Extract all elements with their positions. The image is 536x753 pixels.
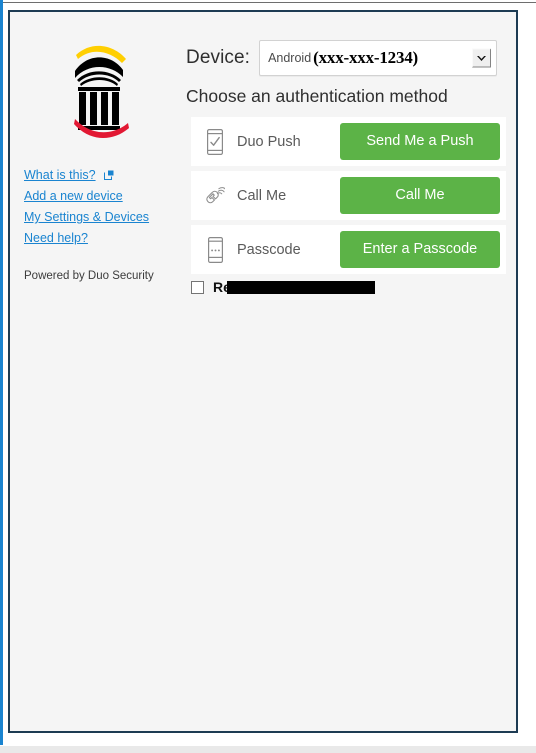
hardware-token-icon — [205, 236, 225, 263]
auth-method-list: Duo Push Send Me a Push Call Me Call Me … — [191, 117, 506, 279]
sidebar-link-add-a-new-device[interactable]: Add a new device — [24, 189, 123, 203]
university-column-logo-icon — [66, 35, 134, 143]
call-me-button[interactable]: Call Me — [340, 177, 500, 214]
duo-sidebar: What is this? Add a new device My Settin… — [10, 12, 182, 731]
redaction-bar — [227, 281, 375, 294]
sidebar-link-row: Add a new device — [24, 188, 182, 204]
page-title: Choose an authentication method — [186, 86, 448, 106]
device-select-value-name: Android — [268, 51, 312, 65]
browser-left-rail — [0, 0, 3, 745]
device-select[interactable]: Android (xxx-xxx-1234) — [259, 40, 498, 76]
duo-auth-frame: What is this? Add a new device My Settin… — [8, 10, 518, 733]
sidebar-link-need-help[interactable]: Need help? — [24, 231, 88, 245]
auth-method-row-call-me: Call Me Call Me — [191, 171, 506, 220]
auth-method-row-passcode: Passcode Enter a Passcode — [191, 225, 506, 274]
browser-top-rule — [0, 2, 536, 3]
enter-a-passcode-button[interactable]: Enter a Passcode — [340, 231, 500, 268]
chevron-down-icon[interactable] — [472, 48, 492, 68]
powered-by-duo-security-text: Powered by Duo Security — [24, 270, 154, 282]
device-select-value: Android (xxx-xxx-1234) — [260, 48, 418, 68]
sidebar-links: What is this? Add a new device My Settin… — [24, 167, 182, 251]
phone-call-icon — [205, 183, 225, 209]
sidebar-link-my-settings-and-devices[interactable]: My Settings & Devices — [24, 210, 149, 224]
auth-method-label: Call Me — [237, 187, 287, 204]
device-row: Device: Android (xxx-xxx-1234) — [186, 40, 498, 76]
duo-frame-body: What is this? Add a new device My Settin… — [10, 12, 516, 731]
send-me-a-push-button[interactable]: Send Me a Push — [340, 123, 500, 160]
browser-bottom-band — [0, 746, 536, 753]
auth-method-label: Passcode — [237, 241, 301, 258]
device-label: Device: — [186, 47, 251, 68]
phone-check-icon — [205, 128, 225, 155]
remember-me-label[interactable]: Re — [213, 279, 375, 295]
remember-me-checkbox[interactable] — [191, 280, 204, 294]
auth-method-row-duo-push: Duo Push Send Me a Push — [191, 117, 506, 166]
sidebar-link-row: What is this? — [24, 167, 182, 183]
external-link-icon — [104, 170, 114, 180]
device-select-value-phone: (xxx-xxx-1234) — [313, 48, 419, 67]
sidebar-link-row: Need help? — [24, 230, 182, 246]
duo-main-panel: Device: Android (xxx-xxx-1234) Choose an … — [186, 12, 506, 731]
remember-me-row: Re — [191, 277, 375, 297]
auth-method-label: Duo Push — [237, 133, 301, 150]
sidebar-link-row: My Settings & Devices — [24, 209, 182, 225]
sidebar-link-what-is-this[interactable]: What is this? — [24, 168, 96, 182]
